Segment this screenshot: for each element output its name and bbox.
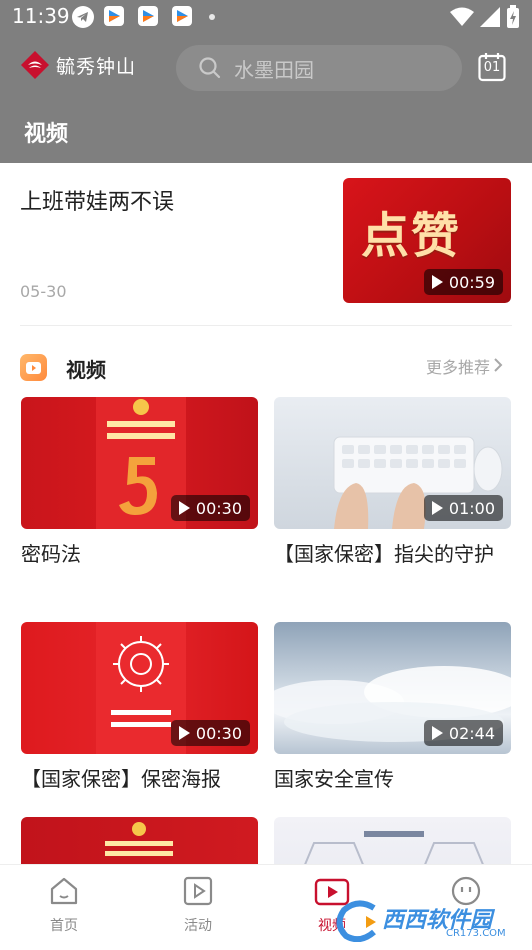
- app-notification-icon: [104, 6, 124, 26]
- duration-text: 00:30: [195, 723, 242, 743]
- search-icon: [199, 57, 221, 79]
- video-card[interactable]: 00:30 【国家保密】保密海报: [21, 622, 258, 795]
- video-title: 【国家保密】保密海报: [21, 767, 221, 791]
- poster-art: [105, 822, 173, 856]
- duration-text: 00:30: [195, 498, 242, 518]
- video-section-icon: [20, 354, 47, 381]
- featured-title: 上班带娃两不误: [20, 190, 175, 215]
- status-bar: 11:39: [0, 0, 532, 34]
- section-title: 视频: [66, 358, 106, 382]
- play-icon: [178, 501, 190, 515]
- video-title: 国家安全宣传: [274, 767, 394, 791]
- header-overlay: 11:39 毓秀钟山 水墨田园 01 视频: [0, 0, 532, 163]
- play-icon: [431, 726, 443, 740]
- featured-video[interactable]: 上班带娃两不误 05-30 点赞 00:59: [20, 178, 512, 326]
- duration-badge: 02:44: [423, 720, 503, 746]
- app-notification-icon: [172, 6, 192, 26]
- home-icon: [50, 877, 78, 905]
- nav-label: 活动: [184, 918, 212, 934]
- nav-label: 首页: [50, 918, 78, 934]
- featured-date: 05-30: [20, 282, 67, 301]
- app-notification-icon: [138, 6, 158, 26]
- duration-badge: 00:30: [170, 720, 250, 746]
- featured-thumbnail-text: 点赞: [361, 208, 462, 264]
- app-name: 毓秀钟山: [56, 55, 137, 78]
- watermark-sub: CR173.COM: [446, 928, 506, 939]
- play-icon: [431, 275, 443, 289]
- wifi-icon: [450, 7, 474, 26]
- poster-art: [303, 831, 485, 867]
- video-section-header: 视频 更多推荐: [20, 352, 512, 384]
- more-recommend-link[interactable]: 更多推荐: [426, 354, 490, 378]
- video-title: 密码法: [21, 542, 81, 566]
- search-placeholder: 水墨田园: [234, 57, 314, 82]
- app-logo-icon: [21, 51, 49, 79]
- video-card[interactable]: 01:00 【国家保密】指尖的守护: [274, 397, 511, 570]
- duration-badge: 01:00: [423, 495, 503, 521]
- calendar-button[interactable]: 01: [478, 52, 506, 82]
- play-icon: [431, 501, 443, 515]
- chevron-right-icon[interactable]: [492, 356, 504, 374]
- video-title: 【国家保密】指尖的守护: [274, 542, 494, 566]
- duration-badge: 00:30: [170, 495, 250, 521]
- nav-home[interactable]: 首页: [24, 875, 104, 935]
- app-logo[interactable]: 毓秀钟山: [20, 50, 136, 80]
- video-thumbnail[interactable]: 00:30: [21, 397, 258, 529]
- battery-charging-icon: [507, 5, 519, 28]
- duration-badge: 00:59: [423, 269, 503, 295]
- play-square-icon: [183, 876, 213, 906]
- status-indicators: [450, 5, 520, 29]
- featured-thumbnail[interactable]: 点赞 00:59: [343, 178, 511, 303]
- search-bar[interactable]: 水墨田园: [176, 45, 462, 91]
- status-time: 11:39: [12, 4, 70, 28]
- video-thumbnail[interactable]: 02:44: [274, 622, 511, 754]
- signal-icon: [480, 7, 500, 27]
- more-notifications-dot-icon: [209, 14, 215, 20]
- duration-text: 00:59: [448, 272, 495, 292]
- page-title: 视频: [24, 122, 69, 147]
- video-card[interactable]: 02:44 国家安全宣传: [274, 622, 511, 795]
- watermark: 西西软件园 CR173.COM: [336, 898, 526, 944]
- duration-text: 02:44: [448, 723, 495, 743]
- play-icon: [178, 726, 190, 740]
- video-card[interactable]: 00:30 密码法: [21, 397, 258, 570]
- nav-activity[interactable]: 活动: [158, 875, 238, 935]
- video-thumbnail[interactable]: 01:00: [274, 397, 511, 529]
- calendar-day: 01: [483, 60, 501, 75]
- video-thumbnail[interactable]: 00:30: [21, 622, 258, 754]
- watermark-logo-icon: [336, 900, 376, 942]
- telegram-icon: [72, 6, 94, 28]
- duration-text: 01:00: [448, 498, 495, 518]
